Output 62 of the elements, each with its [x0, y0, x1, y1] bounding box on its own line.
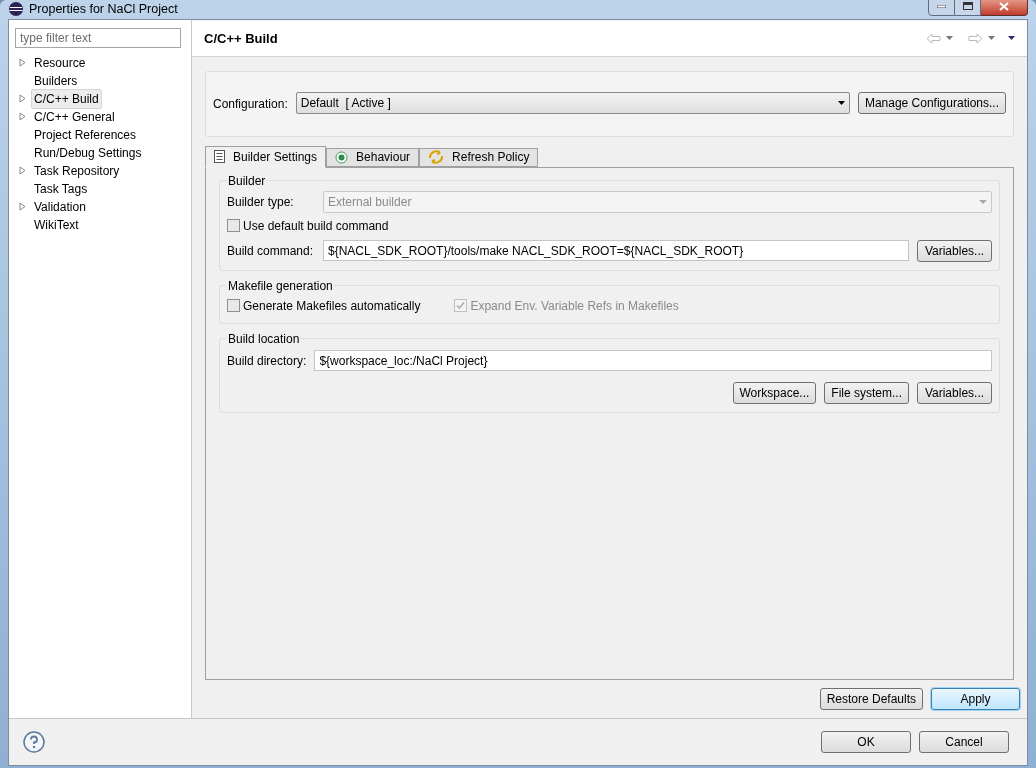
- radio-icon: [335, 150, 349, 164]
- tree-item[interactable]: WikiText: [31, 214, 82, 235]
- forward-arrow-icon[interactable]: [968, 32, 983, 44]
- group-title: Makefile generation: [227, 277, 334, 295]
- maximize-icon: [962, 2, 973, 11]
- app-logo-icon: [8, 1, 24, 18]
- browse-button[interactable]: File system...: [824, 381, 909, 404]
- group-title: Build location: [227, 330, 301, 348]
- browse-button[interactable]: Variables...: [917, 381, 992, 404]
- variables-button[interactable]: Variables...: [917, 239, 992, 262]
- browse-button[interactable]: Workspace...: [732, 381, 817, 404]
- input-field[interactable]: ${NACL_SDK_ROOT}/tools/make NACL_SDK_ROOT=${NACL_SDK_ROOT}: [323, 240, 909, 262]
- tree-item[interactable]: Project References: [31, 124, 140, 145]
- tree-item[interactable]: Run/Debug Settings: [31, 142, 145, 163]
- tab[interactable]: Builder Settings: [205, 145, 327, 168]
- dropdown-arrow-icon[interactable]: [1008, 36, 1015, 41]
- page-button[interactable]: Restore Defaults: [819, 687, 923, 710]
- tree-item[interactable]: Validation: [31, 196, 89, 217]
- tab[interactable]: Behaviour: [326, 147, 420, 167]
- filter-field[interactable]: type filter text: [15, 27, 181, 48]
- expand-arrow-icon[interactable]: [19, 112, 27, 122]
- configuration-dropdown[interactable]: Default [ Active ]: [295, 91, 850, 114]
- back-arrow-icon[interactable]: [926, 32, 941, 44]
- minimize-button[interactable]: [928, 0, 955, 16]
- tab[interactable]: Refresh Policy: [419, 147, 539, 167]
- window-title: Properties for NaCl Project: [29, 1, 178, 18]
- close-icon: [999, 1, 1009, 11]
- minimize-icon: [937, 4, 946, 8]
- field-label: Build directory:: [227, 352, 307, 370]
- checkbox-label: Expand Env. Variable Refs in Makefiles: [470, 297, 679, 315]
- maximize-button[interactable]: [955, 0, 981, 16]
- group-title: Builder: [227, 172, 267, 190]
- field-label: Build command:: [227, 242, 315, 260]
- checkbox[interactable]: [227, 299, 240, 313]
- dialog-button[interactable]: Cancel: [919, 730, 1009, 753]
- tree-item[interactable]: Task Tags: [31, 178, 91, 199]
- manage-configurations-button[interactable]: Manage Configurations...: [857, 91, 1006, 114]
- checkbox-label: Generate Makefiles automatically: [243, 297, 421, 315]
- tree-item[interactable]: Resource: [31, 52, 89, 73]
- tree-item[interactable]: Builders: [31, 70, 81, 91]
- expand-arrow-icon[interactable]: [19, 166, 27, 176]
- list-icon: [214, 150, 225, 164]
- close-button[interactable]: [981, 0, 1028, 16]
- expand-arrow-icon[interactable]: [19, 202, 27, 212]
- field-label: Builder type:: [227, 193, 295, 211]
- expand-arrow-icon[interactable]: [19, 94, 27, 104]
- checkmark-icon: [456, 301, 466, 311]
- expand-arrow-icon[interactable]: [19, 58, 27, 68]
- checkbox-label: Use default build command: [243, 217, 389, 235]
- dropdown-arrow-icon: [837, 100, 845, 105]
- checkbox[interactable]: [227, 219, 240, 233]
- dropdown-arrow-icon: [979, 199, 987, 204]
- field-label: Configuration:: [213, 95, 288, 113]
- page-button[interactable]: Apply: [931, 687, 1020, 710]
- input-field[interactable]: ${workspace_loc:/NaCl Project}: [314, 350, 992, 372]
- help-icon[interactable]: [23, 730, 45, 753]
- tree-item[interactable]: Task Repository: [31, 160, 123, 181]
- page-title: C/C++ Build: [204, 29, 278, 48]
- refresh-icon: [428, 150, 445, 165]
- tree-item[interactable]: C/C++ General: [31, 106, 118, 127]
- dialog-button[interactable]: OK: [821, 730, 911, 753]
- tree-item[interactable]: C/C++ Build: [31, 88, 102, 109]
